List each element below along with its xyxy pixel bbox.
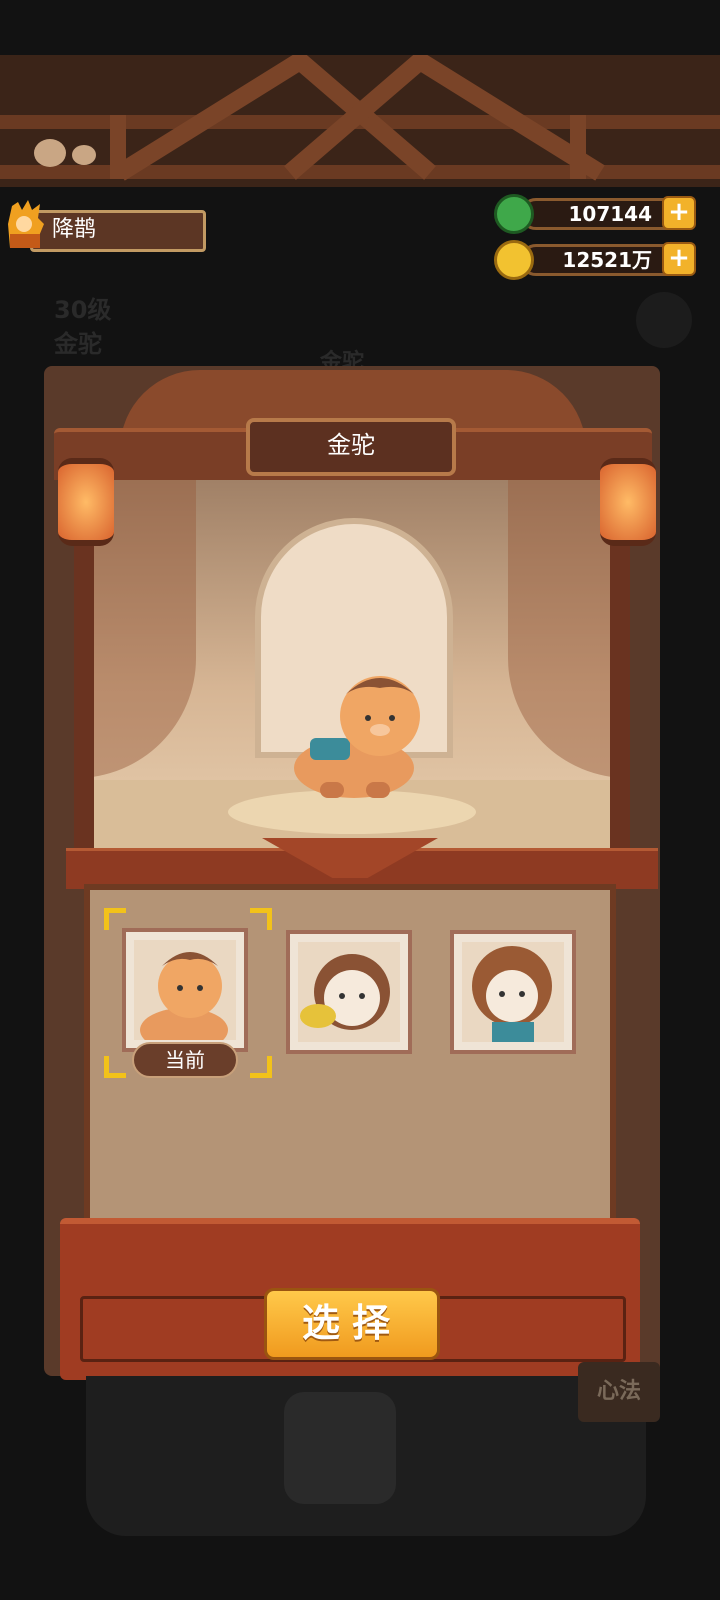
add-jade-button[interactable]: + — [662, 196, 696, 230]
bg-skill-slot — [284, 1392, 396, 1504]
skin-card-1[interactable] — [122, 928, 248, 1052]
add-coins-button[interactable]: + — [662, 242, 696, 276]
panel-title: 金驼 — [327, 431, 375, 459]
bg-level-text: 30级 — [54, 296, 112, 324]
settings-icon[interactable] — [636, 292, 692, 348]
player-avatar[interactable] — [4, 200, 50, 254]
skin-card-3[interactable] — [450, 930, 576, 1054]
jade-value: 107144 — [568, 202, 653, 226]
select-button[interactable]: 选择 — [264, 1288, 440, 1360]
right-lantern-icon — [600, 458, 656, 546]
skin-card-2[interactable] — [286, 930, 412, 1054]
top-rafters — [0, 55, 720, 187]
coin-icon — [494, 240, 534, 280]
selection-corner — [250, 908, 272, 930]
current-skin-tag: 当前 — [132, 1042, 238, 1078]
selection-corner — [104, 908, 126, 930]
player-name: 降鹊 — [52, 217, 97, 242]
left-lantern-icon — [58, 458, 114, 546]
selection-corner — [104, 1056, 126, 1078]
skin-portrait-3 — [462, 942, 564, 1042]
jade-icon — [494, 194, 534, 234]
coin-value: 12521万 — [562, 248, 652, 272]
skin-portrait-2 — [298, 942, 400, 1042]
selection-corner — [250, 1056, 272, 1078]
xinfa-button[interactable]: 心法 — [578, 1362, 660, 1422]
skin-portrait-1 — [134, 940, 236, 1040]
camel-mount-preview — [280, 668, 430, 804]
bg-mount-name: 金驼 — [54, 330, 102, 358]
